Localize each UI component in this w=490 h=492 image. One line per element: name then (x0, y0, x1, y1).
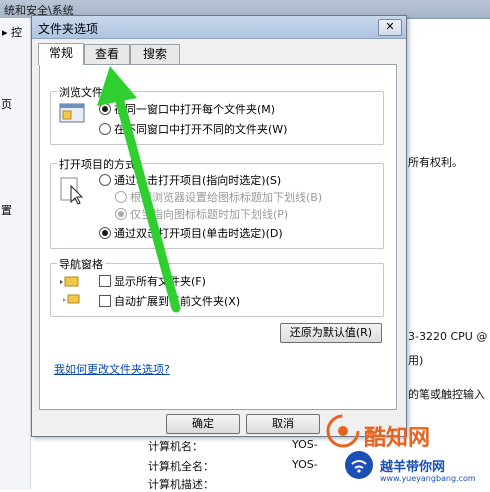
site-watermark: 越羊带你网 (380, 460, 446, 475)
wifi-logo-icon (344, 450, 374, 483)
tab-general[interactable]: 常规 (38, 43, 84, 65)
brand-logo-icon (326, 414, 360, 451)
site-domain-watermark: www.yueyangbang.com (380, 474, 476, 483)
annotation-arrow (97, 66, 181, 313)
brand-watermark: 酷知网 (364, 426, 431, 451)
